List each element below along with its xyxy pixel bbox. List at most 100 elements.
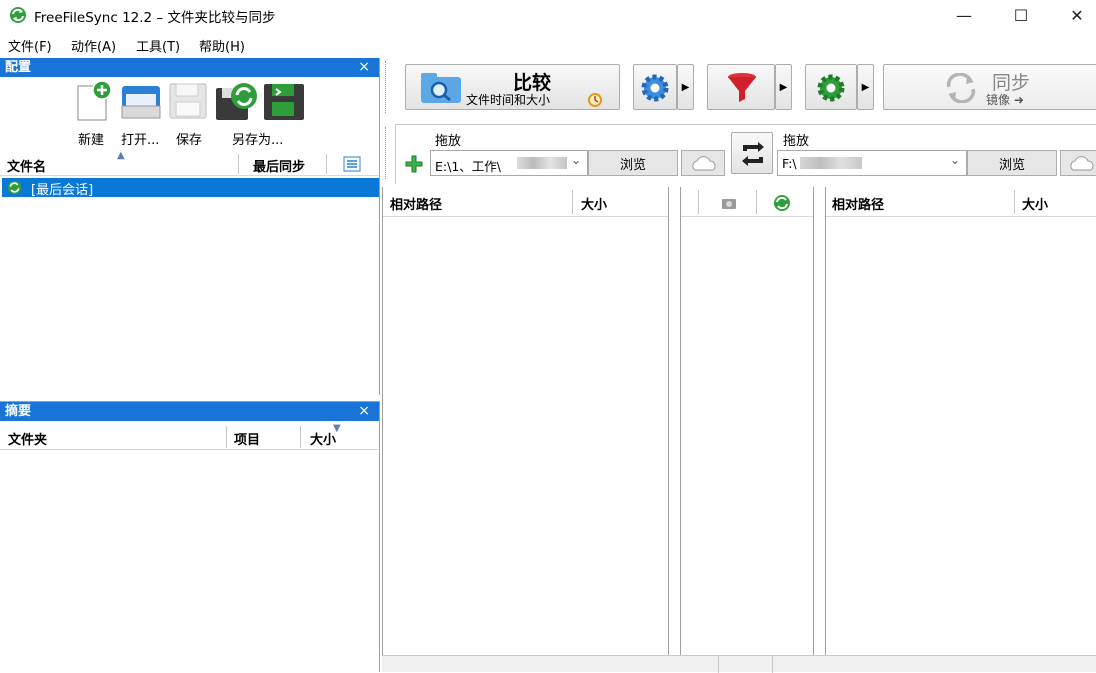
green-gear-icon — [817, 74, 845, 102]
config-panel: 配置 × 新建 打开... 保存 另存为... 文件名 ▲ 最后同步 [最后会话… — [0, 58, 380, 395]
compare-subtitle: 文件时间和大小 — [466, 93, 551, 107]
column-divider — [698, 190, 699, 214]
left-file-grid[interactable]: 相对路径 大小 — [382, 187, 669, 655]
left-grid-header: 相对路径 大小 — [383, 187, 668, 217]
sync-arrows-icon — [946, 73, 976, 103]
middle-action-grid[interactable] — [680, 187, 814, 655]
right-column-size[interactable]: 大小 — [1022, 194, 1048, 213]
save-as-sync-icon[interactable] — [214, 80, 260, 122]
swap-arrows-icon — [742, 142, 764, 166]
compare-options-dropdown[interactable]: ▶ — [677, 64, 694, 110]
new-label: 新建 — [78, 133, 105, 148]
compare-button[interactable]: 比较 文件时间和大小 — [405, 64, 620, 110]
triangle-right-icon: ▶ — [681, 81, 690, 93]
right-cloud-button[interactable] — [1060, 150, 1096, 176]
filter-funnel-icon — [728, 73, 756, 102]
swap-sides-button[interactable] — [731, 132, 773, 174]
sync-direction-icon[interactable] — [773, 194, 791, 212]
new-config-icon[interactable] — [72, 80, 116, 122]
compare-settings-button[interactable] — [633, 64, 677, 110]
left-column-relative-path[interactable]: 相对路径 — [390, 194, 442, 213]
summary-list-header: 文件夹 项目 大小 ▼ — [0, 423, 379, 450]
cloud-icon — [1070, 156, 1094, 171]
summary-panel: 摘要 × 文件夹 项目 大小 ▼ — [0, 401, 380, 672]
filter-options-dropdown[interactable]: ▶ — [775, 64, 792, 110]
left-folder-select[interactable]: E:\1、工作\ ⌄ — [430, 150, 588, 176]
column-divider — [756, 190, 757, 214]
config-item-last-session[interactable]: [最后会话] — [2, 178, 379, 198]
column-divider — [238, 154, 239, 174]
compare-magnifier-icon — [421, 73, 461, 103]
toolbar-grip — [385, 61, 391, 113]
middle-grid-header — [681, 187, 813, 217]
column-folder[interactable]: 文件夹 — [8, 429, 47, 448]
menu-tools[interactable]: 工具(T) — [136, 36, 180, 55]
status-divider — [718, 656, 719, 673]
sync-options-dropdown[interactable]: ▶ — [857, 64, 874, 110]
category-camera-icon[interactable] — [721, 196, 737, 210]
save-as-label: 另存为... — [232, 133, 284, 148]
app-sync-icon — [10, 7, 26, 23]
maximize-button[interactable]: ☐ — [998, 0, 1044, 30]
filter-button[interactable] — [707, 64, 775, 110]
status-bar — [382, 655, 1096, 673]
column-settings-icon[interactable] — [343, 156, 361, 172]
toolbar-grip — [385, 127, 391, 179]
config-panel-close-button[interactable]: × — [358, 58, 370, 77]
left-drop-label: 拖放 — [435, 134, 462, 149]
column-divider — [572, 190, 573, 214]
folder-pair-bar: 拖放 E:\1、工作\ ⌄ 浏览 拖放 F:\ ⌄ 浏览 — [385, 122, 1096, 184]
column-last-sync[interactable]: 最后同步 — [253, 156, 305, 175]
right-folder-select[interactable]: F:\ ⌄ — [777, 150, 967, 176]
left-folder-path: E:\1、工作\ — [435, 159, 501, 174]
blurred-path-segment — [800, 157, 862, 169]
column-divider — [1014, 190, 1015, 214]
right-column-relative-path[interactable]: 相对路径 — [832, 194, 884, 213]
window-title: FreeFileSync 12.2 – 文件夹比较与同步 — [34, 10, 276, 26]
save-config-icon[interactable] — [166, 80, 210, 122]
synchronize-button[interactable]: 同步 镜像 ➜ — [883, 64, 1096, 110]
clock-icon — [588, 93, 602, 107]
menu-bar: 文件(F) 动作(A) 工具(T) 帮助(H) — [0, 34, 1096, 56]
sync-settings-button[interactable] — [805, 64, 857, 110]
open-config-icon[interactable] — [118, 80, 164, 122]
menu-help[interactable]: 帮助(H) — [199, 36, 245, 55]
minimize-button[interactable]: — — [941, 0, 987, 30]
title-bar: FreeFileSync 12.2 – 文件夹比较与同步 — ☐ ✕ — [0, 0, 1096, 30]
right-grid-header: 相对路径 大小 — [826, 187, 1096, 217]
cloud-icon — [692, 156, 716, 171]
left-browse-button[interactable]: 浏览 — [588, 150, 678, 176]
close-window-button[interactable]: ✕ — [1054, 0, 1096, 30]
config-item-label: [最后会话] — [31, 183, 94, 198]
right-folder-path: F:\ — [782, 156, 797, 171]
chevron-down-icon: ⌄ — [949, 153, 960, 167]
save-as-batch-icon[interactable] — [262, 80, 306, 122]
menu-file[interactable]: 文件(F) — [8, 36, 52, 55]
summary-panel-close-button[interactable]: × — [358, 402, 370, 421]
column-file-name[interactable]: 文件名 — [7, 156, 46, 175]
summary-panel-header: 摘要 × — [0, 402, 379, 421]
right-drop-label: 拖放 — [783, 134, 810, 149]
config-panel-header: 配置 × — [0, 58, 379, 77]
add-folder-pair-icon[interactable] — [405, 155, 423, 173]
menu-action[interactable]: 动作(A) — [71, 36, 116, 55]
left-cloud-button[interactable] — [681, 150, 725, 176]
triangle-right-icon: ▶ — [779, 81, 788, 93]
triangle-right-icon: ▶ — [861, 81, 870, 93]
save-label: 保存 — [176, 133, 203, 148]
status-divider — [772, 656, 773, 673]
chevron-down-icon: ⌄ — [570, 153, 581, 167]
sync-subtitle: 镜像 ➜ — [986, 93, 1024, 107]
sort-asc-icon: ▲ — [117, 150, 125, 161]
right-file-grid[interactable]: 相对路径 大小 — [825, 187, 1096, 655]
summary-panel-title: 摘要 — [5, 404, 32, 419]
right-browse-button[interactable]: 浏览 — [967, 150, 1057, 176]
sort-desc-icon: ▼ — [333, 423, 341, 434]
blurred-path-segment — [517, 157, 567, 169]
blue-gear-icon — [641, 74, 669, 102]
config-list-header: 文件名 ▲ 最后同步 — [0, 150, 379, 176]
left-column-size[interactable]: 大小 — [581, 194, 607, 213]
column-divider — [226, 426, 227, 448]
column-items[interactable]: 项目 — [234, 429, 260, 448]
sync-item-icon — [7, 180, 22, 195]
